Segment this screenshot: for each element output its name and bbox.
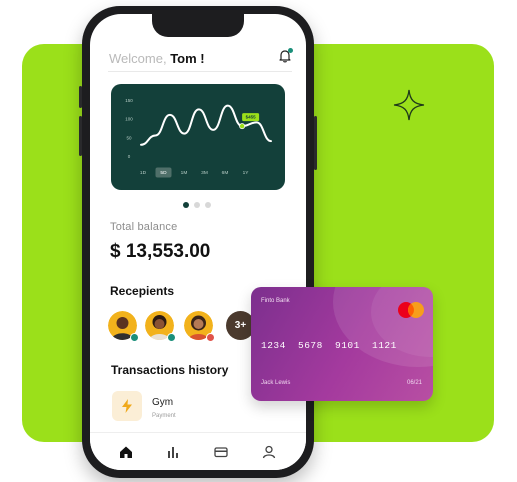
chart-canvas: 150 100 50 0 $455 1D 5D 1M 3M 6M 1Y [125,98,272,178]
card-icon[interactable] [214,445,228,459]
recipients-list: 3+ [108,311,258,343]
card-number: 1234 5678 9101 1121 [261,340,397,351]
divider [108,71,292,72]
phone-frame: Welcome, Tom ! 150 100 50 0 $455 1D 5D 1M 3M 6M 1Y… [79,6,317,478]
carousel-dot[interactable] [205,202,211,208]
range-tab[interactable]: 1M [181,170,188,176]
transactions-title: Transactions history [111,363,229,377]
y-tick-label: 50 [126,135,132,140]
mastercard-icon [398,302,424,318]
total-balance-value: $ 13,553.00 [110,241,211,262]
volume-button [79,86,82,108]
balance-chart: 150 100 50 0 $455 1D 5D 1M 3M 6M 1Y [111,84,285,190]
stats-icon[interactable] [166,445,180,459]
carousel-dot[interactable] [194,202,200,208]
card-expiry: 06/21 [407,380,423,386]
range-tab[interactable]: 5D [160,170,167,176]
transaction-icon [112,391,142,421]
y-tick-label: 150 [125,98,133,103]
online-status [130,333,139,342]
notification-dot [288,48,293,53]
tooltip-value: $455 [246,115,257,120]
user-name: Tom ! [170,51,205,66]
home-icon[interactable] [119,445,133,459]
range-tab[interactable]: 1D [140,170,147,176]
range-tab[interactable]: 6M [222,170,229,176]
highlight-point [239,123,246,130]
profile-icon[interactable] [262,445,276,459]
card-holder: Jack Lewis [261,380,291,386]
sparkle-icon [393,89,425,121]
greeting: Welcome, [109,51,167,66]
y-tick-label: 0 [128,154,131,159]
status-dot [206,333,215,342]
welcome-text: Welcome, Tom ! [109,51,205,66]
transaction-type: Payment [152,413,176,419]
range-tab[interactable]: 3M [201,170,208,176]
y-tick-label: 100 [125,117,133,122]
notch [152,14,244,37]
phone-screen: Welcome, Tom ! 150 100 50 0 $455 1D 5D 1M 3M 6M 1Y… [90,14,306,470]
recipients-title: Recepients [110,284,175,298]
total-balance-label: Total balance [110,221,178,233]
carousel-dot[interactable] [183,202,189,208]
transaction-name[interactable]: Gym [152,397,173,408]
online-status [167,333,176,342]
range-tab[interactable]: 1Y [243,170,250,176]
volume-button [79,116,82,156]
tab-bar [90,432,306,470]
bolt-icon [122,399,132,413]
bank-name: Finto Bank [261,298,290,304]
credit-card[interactable]: Finto Bank 1234 5678 9101 1121 Jack Lewi… [251,287,433,401]
power-button [314,116,317,170]
carousel-dots[interactable] [183,202,211,208]
chart-line [140,104,272,146]
